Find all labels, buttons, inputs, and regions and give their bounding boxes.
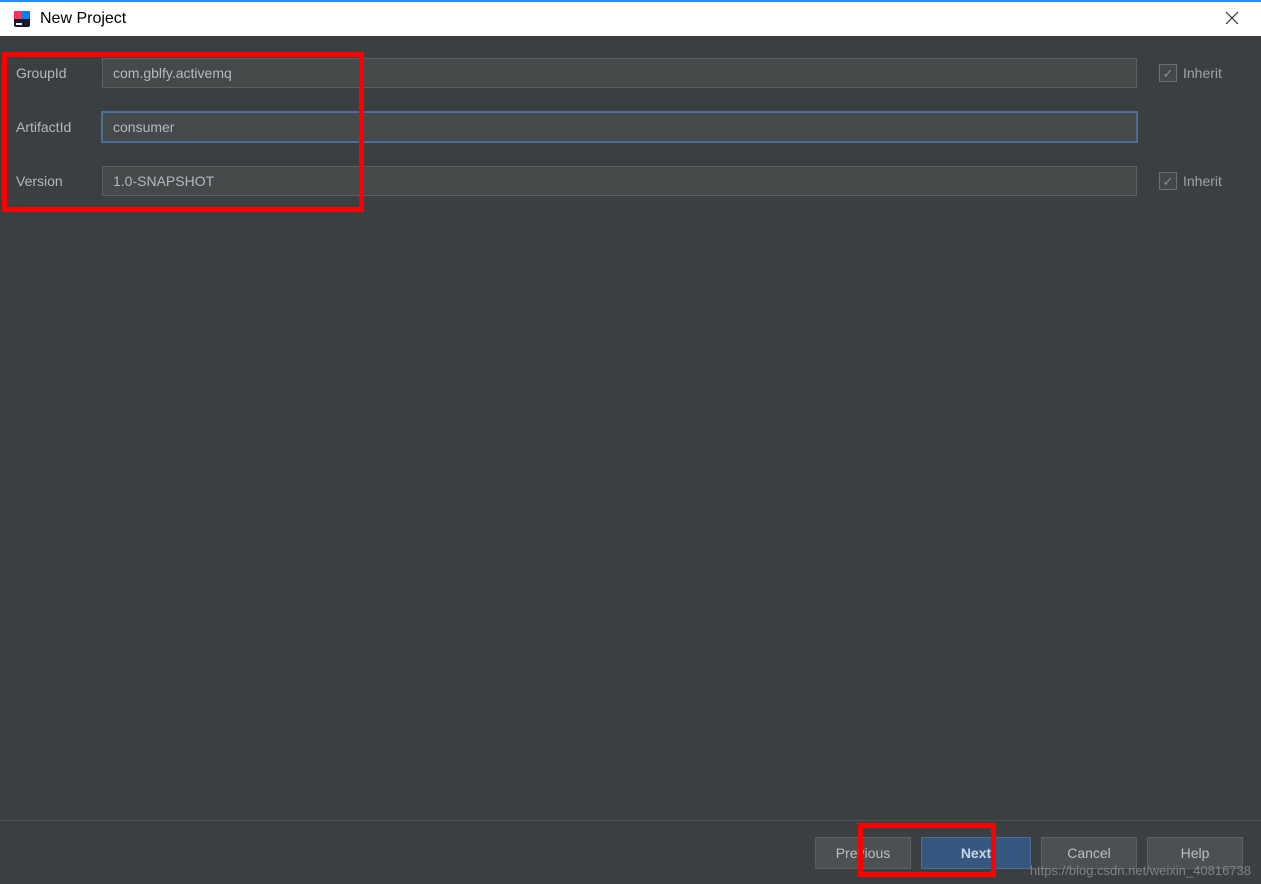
next-button[interactable]: Next — [921, 837, 1031, 869]
footer: Previous Next Cancel Help — [0, 820, 1261, 884]
groupid-row: GroupId ✓ Inherit — [16, 58, 1245, 88]
artifactid-input[interactable] — [102, 112, 1137, 142]
cancel-button[interactable]: Cancel — [1041, 837, 1137, 869]
intellij-icon — [12, 9, 32, 29]
groupid-inherit-checkbox[interactable]: ✓ — [1159, 64, 1177, 82]
check-icon: ✓ — [1163, 67, 1174, 80]
artifactid-row: ArtifactId — [16, 112, 1245, 142]
version-inherit-checkbox[interactable]: ✓ — [1159, 172, 1177, 190]
titlebar-left: New Project — [12, 9, 126, 29]
previous-button[interactable]: Previous — [815, 837, 911, 869]
help-button[interactable]: Help — [1147, 837, 1243, 869]
version-inherit-label: Inherit — [1183, 173, 1222, 189]
version-inherit-wrap: ✓ Inherit — [1159, 172, 1245, 190]
artifactid-label: ArtifactId — [16, 119, 102, 135]
groupid-inherit-wrap: ✓ Inherit — [1159, 64, 1245, 82]
version-input[interactable] — [102, 166, 1137, 196]
close-icon[interactable] — [1217, 5, 1247, 34]
window-title: New Project — [40, 10, 126, 28]
groupid-label: GroupId — [16, 65, 102, 81]
groupid-input[interactable] — [102, 58, 1137, 88]
groupid-inherit-label: Inherit — [1183, 65, 1222, 81]
version-row: Version ✓ Inherit — [16, 166, 1245, 196]
check-icon: ✓ — [1163, 175, 1174, 188]
content-area: GroupId ✓ Inherit ArtifactId Version ✓ I… — [0, 36, 1261, 820]
titlebar: New Project — [0, 0, 1261, 36]
version-label: Version — [16, 173, 102, 189]
